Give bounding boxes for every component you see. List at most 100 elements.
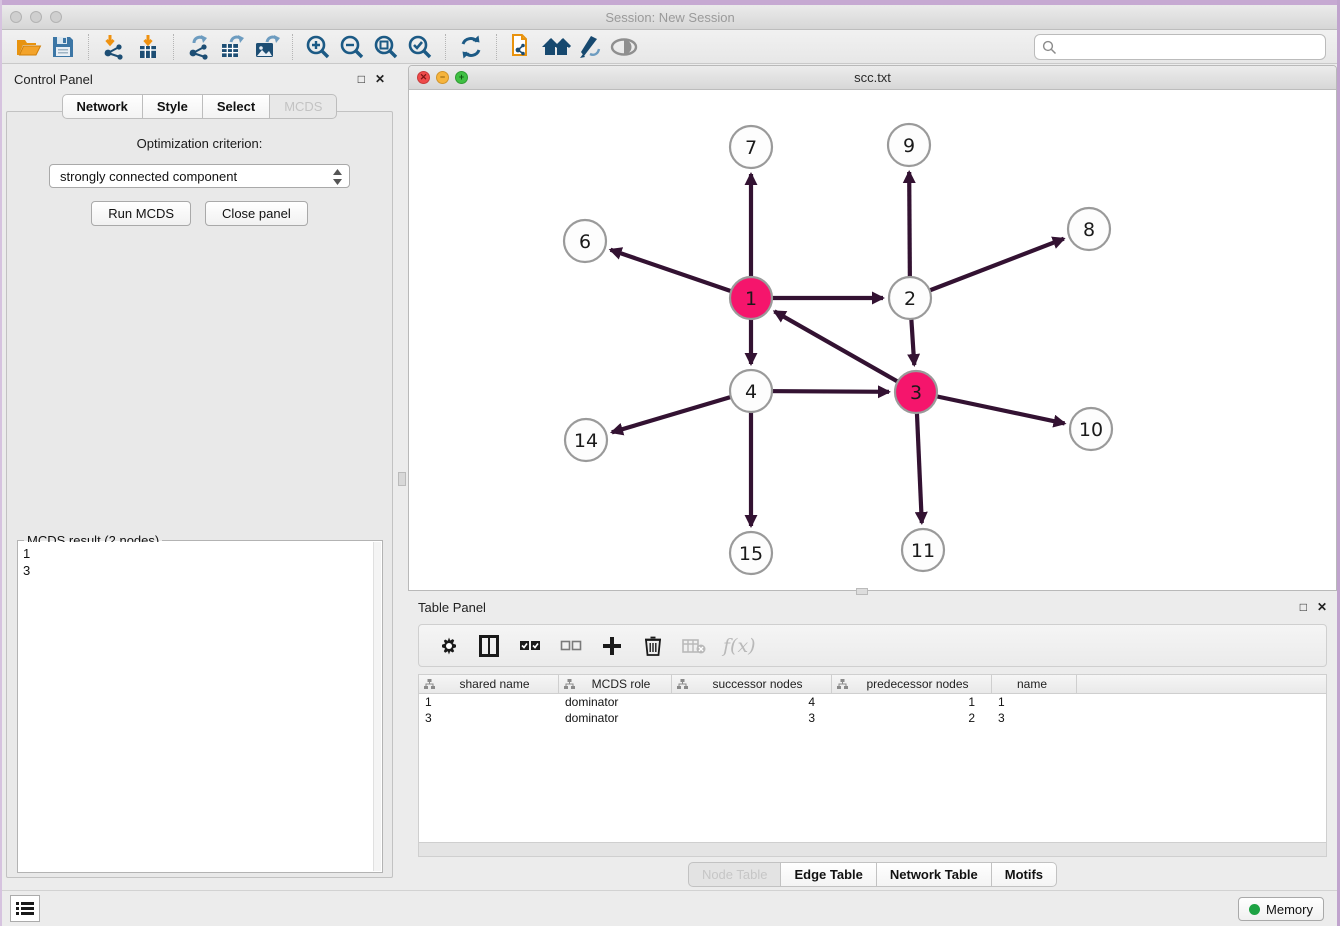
node-label: 4	[745, 381, 757, 403]
task-history-button[interactable]	[10, 895, 40, 922]
divider-grip[interactable]	[398, 472, 406, 486]
node-table: shared nameMCDS rolesuccessor nodesprede…	[418, 674, 1327, 843]
export-network-icon	[186, 34, 212, 60]
apply-style-button[interactable]	[573, 32, 607, 62]
graph-node-7[interactable]: 7	[730, 126, 772, 168]
memory-label: Memory	[1266, 902, 1313, 917]
refresh-button[interactable]	[454, 32, 488, 62]
tab-select[interactable]: Select	[203, 94, 270, 119]
edge-1-6[interactable]	[611, 250, 751, 298]
tab-mcds[interactable]: MCDS	[270, 94, 337, 119]
delete-column-button[interactable]	[641, 634, 665, 658]
deselect-all-button[interactable]	[559, 634, 583, 658]
graph-node-4[interactable]: 4	[730, 370, 772, 412]
main-toolbar	[0, 30, 1340, 64]
zoom-selected-button[interactable]	[403, 32, 437, 62]
tab-style[interactable]: Style	[143, 94, 203, 119]
node-label: 1	[745, 288, 757, 310]
optimization-criterion-label: Optimization criterion:	[7, 136, 392, 151]
table-row[interactable]: 1dominator411	[419, 694, 1326, 710]
search-box[interactable]	[1034, 34, 1326, 60]
table-row[interactable]: 3dominator323	[419, 710, 1326, 726]
edge-2-8[interactable]	[910, 239, 1064, 298]
run-mcds-button[interactable]: Run MCDS	[91, 201, 191, 226]
export-table-button[interactable]	[216, 32, 250, 62]
export-image-button[interactable]	[250, 32, 284, 62]
table-footer-strip	[418, 843, 1327, 857]
column-header-shared-name[interactable]: shared name	[419, 675, 559, 693]
zoom-out-button[interactable]	[335, 32, 369, 62]
toolbar-separator	[292, 34, 293, 60]
mcds-result-group: MCDS result (2 nodes) MCDS result (2 nod…	[17, 540, 383, 873]
close-panel-button[interactable]: Close panel	[205, 201, 308, 226]
edge-3-10[interactable]	[916, 392, 1065, 423]
clone-network-icon	[509, 34, 535, 60]
import-network-button[interactable]	[97, 32, 131, 62]
tab-network[interactable]: Network	[62, 94, 143, 119]
show-hide-panel-button[interactable]	[607, 32, 641, 62]
graph-node-9[interactable]: 9	[888, 124, 930, 166]
cell-name: 1	[992, 694, 1077, 710]
save-floppy-icon	[52, 36, 74, 58]
window-title: Session: New Session	[0, 10, 1340, 25]
add-column-button[interactable]	[600, 634, 624, 658]
show-all-networks-button[interactable]	[539, 32, 573, 62]
graph-node-8[interactable]: 8	[1068, 208, 1110, 250]
panel-columns-button[interactable]	[477, 634, 501, 658]
function-builder-button[interactable]: f(x)	[723, 634, 756, 658]
column-header-name[interactable]: name	[992, 675, 1077, 693]
graph-node-14[interactable]: 14	[565, 419, 607, 461]
network-window-titlebar[interactable]: ✕ − + scc.txt	[409, 66, 1336, 90]
close-table-panel-icon[interactable]: ✕	[1317, 601, 1327, 613]
graph-node-15[interactable]: 15	[730, 532, 772, 574]
float-panel-icon[interactable]: □	[358, 73, 365, 85]
mcds-result-text[interactable]: 1 3	[19, 542, 373, 871]
zoom-out-icon	[339, 34, 365, 60]
node-label: 11	[911, 540, 935, 562]
network-view-window: ✕ − + scc.txt 7 9 6 8 1 2 4 3 14 10 15 11	[408, 65, 1337, 591]
edge-3-1[interactable]	[774, 311, 916, 392]
graph-node-2[interactable]: 2	[889, 277, 931, 319]
memory-button[interactable]: Memory	[1238, 897, 1324, 921]
search-input[interactable]	[1057, 35, 1325, 59]
optimization-criterion-dropdown[interactable]: strongly connected component	[49, 164, 350, 188]
graph-node-10[interactable]: 10	[1070, 408, 1112, 450]
clone-network-button[interactable]	[505, 32, 539, 62]
control-panel-title: Control Panel	[14, 72, 93, 87]
graph-node-1[interactable]: 1	[730, 277, 772, 319]
close-panel-icon[interactable]: ✕	[375, 73, 385, 85]
save-session-button[interactable]	[46, 32, 80, 62]
horizontal-divider-grip[interactable]	[856, 588, 868, 595]
window-accent-top	[0, 0, 1340, 5]
table-settings-button[interactable]	[436, 634, 460, 658]
graph-node-3[interactable]: 3	[895, 371, 937, 413]
tab-network-table[interactable]: Network Table	[877, 862, 992, 887]
tab-motifs[interactable]: Motifs	[992, 862, 1057, 887]
window-accent-left	[0, 0, 2, 926]
graph-node-6[interactable]: 6	[564, 220, 606, 262]
cell-name: 3	[992, 710, 1077, 726]
graph-node-11[interactable]: 11	[902, 529, 944, 571]
cell-MCDS-role: dominator	[559, 710, 672, 726]
select-all-button[interactable]	[518, 634, 542, 658]
import-table-button[interactable]	[131, 32, 165, 62]
table-body: 1dominator4113dominator323	[419, 694, 1326, 726]
cell-predecessor-nodes: 2	[832, 710, 992, 726]
result-scrollbar[interactable]	[373, 542, 381, 871]
fit-content-button[interactable]	[369, 32, 403, 62]
fit-content-icon	[373, 34, 399, 60]
open-file-button[interactable]	[12, 32, 46, 62]
tab-node-table[interactable]: Node Table	[688, 862, 782, 887]
tab-edge-table[interactable]: Edge Table	[781, 862, 876, 887]
column-header-MCDS-role[interactable]: MCDS role	[559, 675, 672, 693]
column-header-successor-nodes[interactable]: successor nodes	[672, 675, 832, 693]
float-table-panel-icon[interactable]: □	[1300, 601, 1307, 613]
delete-table-button[interactable]	[682, 634, 706, 658]
column-header-predecessor-nodes[interactable]: predecessor nodes	[832, 675, 992, 693]
zoom-in-button[interactable]	[301, 32, 335, 62]
export-network-button[interactable]	[182, 32, 216, 62]
control-panel: Control Panel □ ✕ NetworkStyleSelectMCDS…	[4, 66, 395, 880]
node-label: 2	[904, 288, 916, 310]
network-graph-canvas[interactable]: 7 9 6 8 1 2 4 3 14 10 15 11	[409, 90, 1337, 591]
cell-predecessor-nodes: 1	[832, 694, 992, 710]
